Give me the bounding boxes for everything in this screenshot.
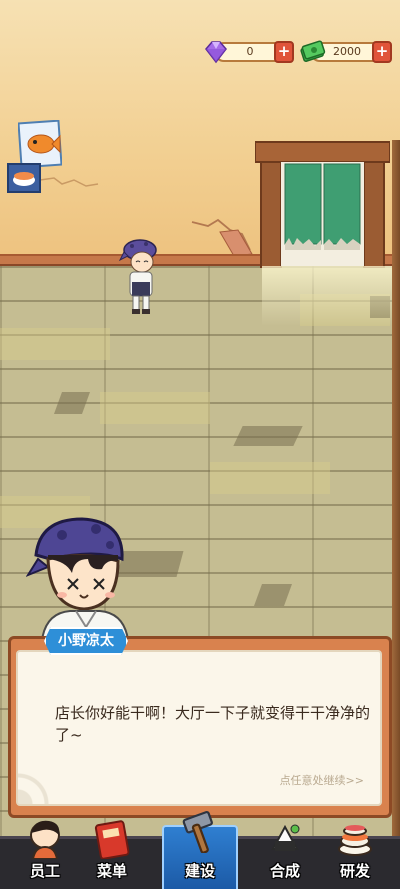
cash-value: 2000 — [333, 45, 361, 58]
nav-research[interactable]: 研发 — [315, 819, 395, 889]
nav-research-label: 研发 — [339, 862, 370, 880]
speaker-name: 小野凉太 — [58, 633, 114, 649]
add-cash-button[interactable]: + — [372, 41, 392, 63]
sushi-poster — [7, 163, 41, 193]
continue-hint[interactable]: 点任意处继续>> — [280, 772, 364, 788]
right-wood-pillar — [392, 140, 400, 840]
research-sushi-icon — [338, 825, 372, 856]
hammer-icon — [182, 811, 213, 853]
gem-counter: 0 + — [205, 41, 294, 64]
speaker-portrait — [26, 517, 130, 640]
wall-crack — [40, 177, 99, 187]
green-cash-icon — [300, 40, 326, 62]
add-gems-button[interactable]: + — [274, 41, 294, 63]
nav-merge[interactable]: 合成 — [245, 819, 325, 889]
gem-value: 0 — [246, 45, 254, 58]
menu-book-icon — [94, 820, 130, 859]
purple-gem-icon — [205, 41, 227, 64]
nav-merge-label: 合成 — [269, 862, 300, 880]
chef-character-small[interactable] — [118, 238, 162, 316]
fish-poster — [18, 120, 62, 168]
dialog-text: 店长你好能干啊！大厅一下子就变得干干净净的了~ — [55, 704, 371, 744]
staff-icon — [30, 820, 60, 859]
nav-menu-label: 菜单 — [96, 862, 127, 880]
kitchen-doorway[interactable] — [255, 140, 390, 268]
nav-menu[interactable]: 菜单 — [72, 819, 152, 889]
cash-counter: 2000 + — [300, 40, 392, 63]
merge-sushi-icon — [271, 824, 300, 851]
nav-build-label: 建设 — [184, 862, 215, 880]
doorway-light — [262, 266, 392, 326]
speaker-name-tag: 小野凉太 — [44, 627, 128, 655]
nav-build[interactable]: 建设 — [160, 811, 240, 889]
wall-crack-2 — [191, 218, 253, 257]
